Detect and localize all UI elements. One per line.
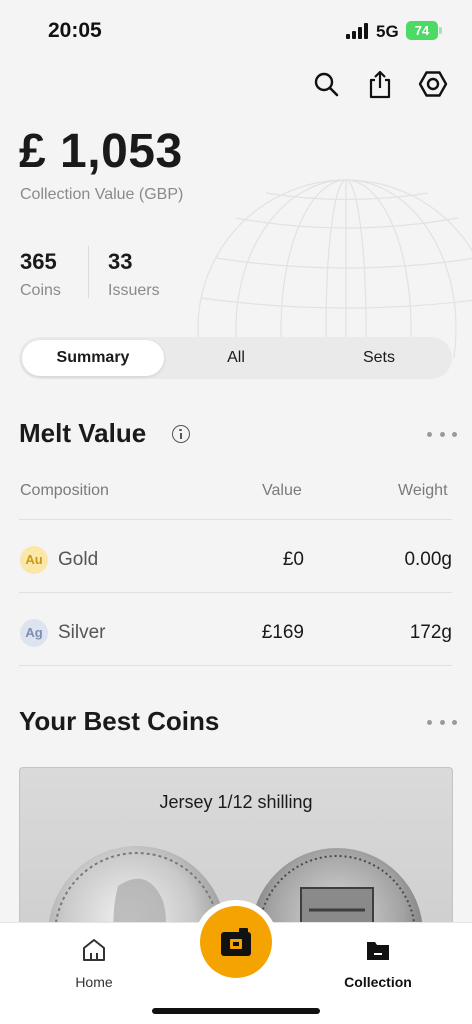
settings-icon (418, 71, 448, 97)
folder-icon (367, 942, 389, 960)
divider (19, 665, 452, 666)
view-tabs: Summary All Sets (19, 337, 452, 379)
scan-coin-button[interactable] (200, 906, 272, 978)
best-coins-more-button[interactable] (427, 712, 457, 732)
coins-stat: 365 Coins (20, 249, 61, 300)
metal-value: £169 (261, 622, 304, 643)
issuers-count: 33 (108, 249, 133, 274)
more-dot (427, 431, 432, 437)
metal-weight: 0.00g (404, 549, 452, 570)
search-button[interactable] (310, 68, 342, 100)
more-dot (452, 431, 457, 437)
battery-tip (439, 27, 442, 34)
melt-value-more-button[interactable] (427, 424, 457, 444)
tab-summary[interactable]: Summary (22, 340, 164, 376)
cellular-signal-icon (346, 23, 368, 39)
metal-name: Gold (58, 549, 99, 570)
share-icon (369, 70, 391, 99)
nav-home-label: Home (75, 974, 113, 990)
metal-value: £0 (282, 549, 304, 570)
network-type: 5G (376, 22, 399, 41)
collection-total-value: £ 1,053 (19, 125, 183, 178)
settings-button[interactable] (417, 68, 449, 100)
status-time: 20:05 (48, 19, 102, 42)
divider (19, 592, 452, 593)
more-dot (452, 719, 457, 725)
coin-name: Jersey 1/12 shilling (159, 792, 313, 812)
collection-value-label: Collection Value (GBP) (20, 186, 184, 203)
nav-collection[interactable]: Collection (333, 937, 423, 990)
share-button[interactable] (364, 68, 396, 100)
divider (19, 519, 452, 520)
coins-count: 365 (20, 249, 57, 274)
silver-badge: Ag (20, 619, 48, 647)
more-dot (439, 431, 445, 437)
column-weight: Weight (398, 482, 448, 499)
tab-sets[interactable]: Sets (308, 340, 450, 376)
info-icon[interactable] (172, 425, 190, 443)
issuers-label: Issuers (108, 282, 160, 299)
battery-icon: 74 (406, 21, 438, 40)
status-bar: 20:05 5G 74 (0, 0, 472, 60)
column-value: Value (262, 482, 302, 499)
stat-divider (88, 246, 89, 298)
battery-level: 74 (414, 23, 430, 38)
column-composition: Composition (20, 482, 109, 499)
nav-home[interactable]: Home (49, 937, 139, 990)
tab-all[interactable]: All (165, 340, 307, 376)
more-dot (427, 719, 432, 725)
metal-weight: 172g (409, 622, 452, 643)
camera-icon (221, 928, 251, 956)
nav-collection-label: Collection (344, 974, 412, 990)
melt-value-title: Melt Value (19, 418, 147, 448)
best-coins-title: Your Best Coins (19, 706, 220, 736)
issuers-stat: 33 Issuers (108, 249, 160, 300)
home-indicator (152, 1008, 320, 1014)
globe-illustration (196, 158, 472, 358)
home-icon (83, 939, 105, 961)
search-icon (314, 72, 339, 97)
gold-badge: Au (20, 546, 48, 574)
more-dot (439, 719, 445, 725)
metal-name: Silver (58, 622, 106, 643)
coins-label: Coins (20, 282, 61, 299)
